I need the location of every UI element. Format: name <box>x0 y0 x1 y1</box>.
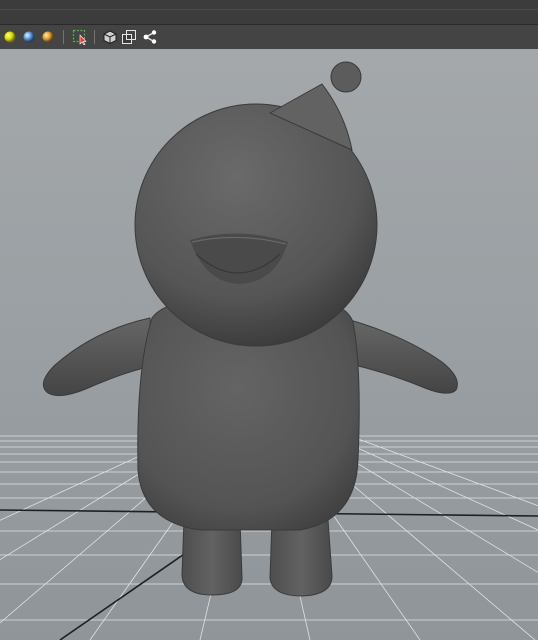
left-leg <box>181 519 243 596</box>
toolbar-separator <box>63 30 64 44</box>
duplicate-icon[interactable] <box>121 29 137 45</box>
toolbar-separator <box>94 30 95 44</box>
right-leg <box>269 519 333 597</box>
cube-icon[interactable] <box>102 29 118 45</box>
hat-pompom <box>330 61 362 93</box>
character-model <box>42 61 458 597</box>
share-icon[interactable] <box>142 29 158 45</box>
viewport-toolbar <box>0 25 538 50</box>
light-blue-icon[interactable] <box>21 29 37 45</box>
left-arm <box>42 317 153 397</box>
maya-window <box>0 0 538 640</box>
light-yellow-icon[interactable] <box>2 29 18 45</box>
3d-viewport[interactable] <box>0 49 538 640</box>
select-tool-icon[interactable] <box>72 29 88 45</box>
menu-strip <box>0 0 538 25</box>
menu-strip-divider <box>0 9 538 10</box>
right-arm <box>349 319 458 394</box>
light-orange-icon[interactable] <box>40 29 56 45</box>
